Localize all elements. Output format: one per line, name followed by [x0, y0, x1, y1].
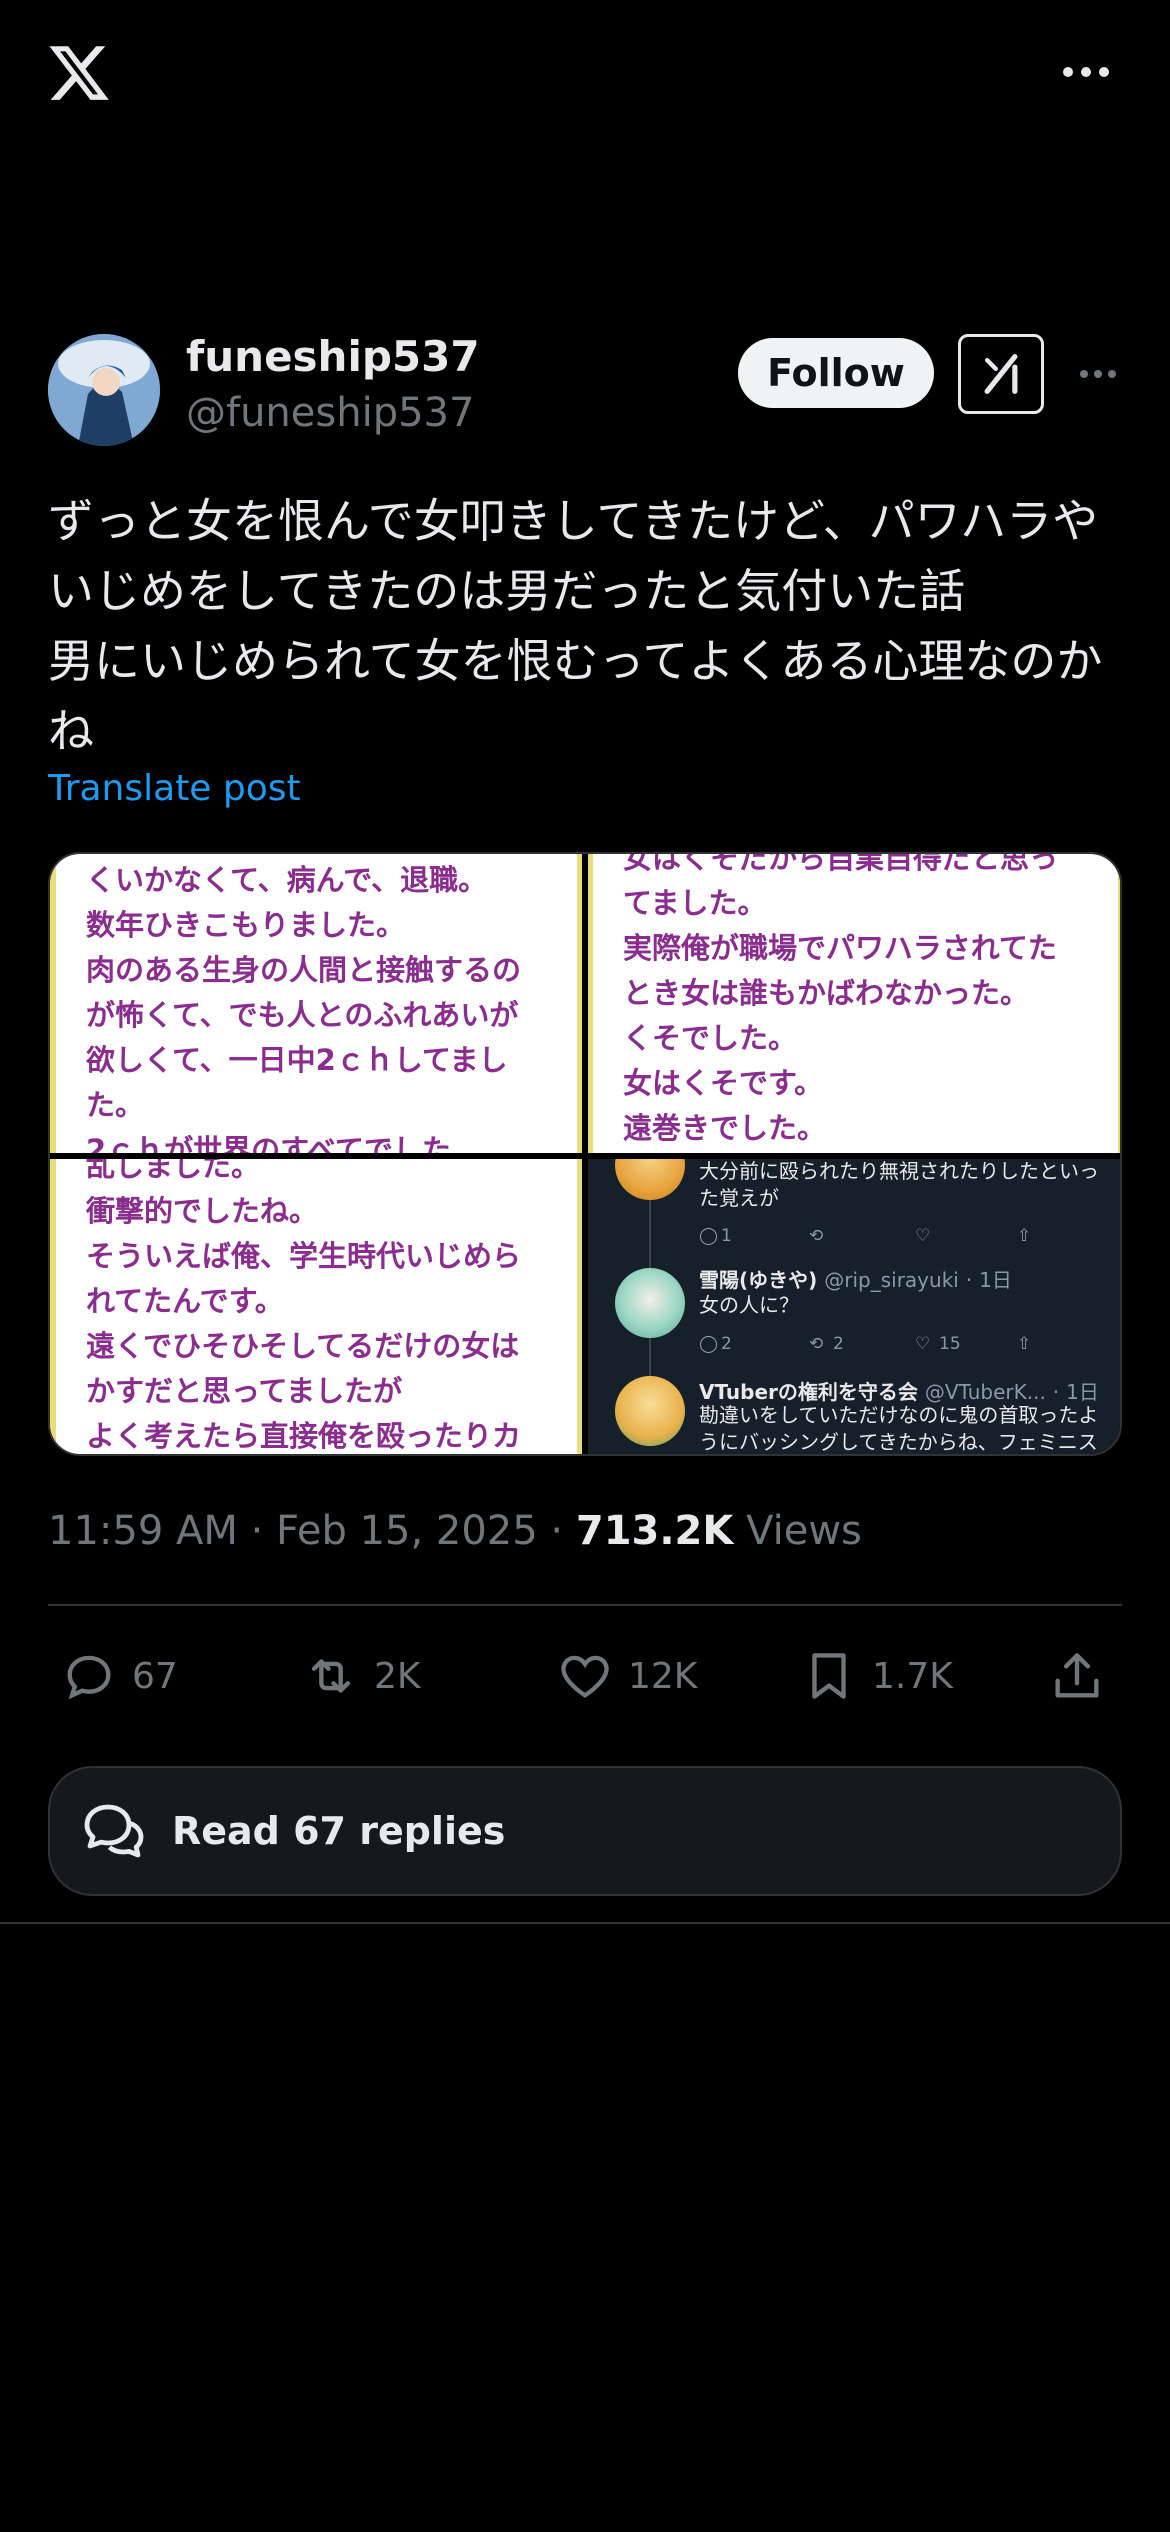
- repost-count: 2: [833, 1334, 844, 1354]
- media-image-2[interactable]: 女はくそだから自業自得だと思っ てました。 実際俺が職場でパワハラされてた とき…: [587, 854, 1120, 1154]
- views-count: 713.2K: [575, 1508, 734, 1554]
- author-handle[interactable]: @funeship537: [186, 390, 474, 436]
- reply-avatar: [615, 1268, 685, 1338]
- media-grid[interactable]: くいかなくて、病んで、退職。 数年ひきこもりました。 肉のある生身の人間と接触す…: [48, 852, 1122, 1456]
- divider: [48, 1604, 1122, 1606]
- post-text-content: ずっと女を恨んで女叩きしてきたけど、パワハラやいじめをしてきたのは男だったと気付…: [48, 494, 1103, 758]
- note-line: そういえば俺、学生時代いじめら: [86, 1239, 522, 1273]
- author-name[interactable]: funeship537: [186, 332, 480, 381]
- reply-actions: ◯ 2 ⟲ 2 ♡ 15 ⇧: [699, 1334, 1099, 1358]
- reply-icon: [67, 1655, 111, 1700]
- read-replies-label: Read 67 replies: [172, 1809, 506, 1853]
- reply-handle: @VTuberK...: [924, 1380, 1046, 1404]
- reply-count-icon: ◯: [699, 1334, 719, 1354]
- note-line: くそでした。: [623, 1021, 798, 1055]
- note-line: 遠巻きでした。: [623, 1111, 827, 1145]
- share-icon: ⇧: [1017, 1226, 1032, 1246]
- media-image-4[interactable]: 大分前に殴られたり無視されたりしたといった覚えが ◯ 1 ⟲ ♡ ⇧ 雪陽(ゆき…: [587, 1158, 1120, 1454]
- read-replies-button[interactable]: Read 67 replies: [48, 1766, 1122, 1896]
- note-line: 女はくそだから自業自得だと思っ: [623, 854, 1059, 875]
- like-count: 15: [939, 1334, 961, 1354]
- note-line: かすだと思ってましたが: [86, 1374, 403, 1408]
- media-image-3[interactable]: 乱しました。 衝撃的でしたね。 そういえば俺、学生時代いじめら れてたんです。 …: [50, 1158, 583, 1454]
- note-line: よく考えたら直接俺を殴ったりカ: [86, 1419, 522, 1453]
- note-line: た。: [86, 1088, 145, 1122]
- note-line: 女はくそです。: [623, 1066, 824, 1100]
- post-more-icon[interactable]: [1078, 366, 1118, 380]
- reply-count-icon: ◯: [699, 1226, 719, 1246]
- share-icon: [1055, 1653, 1099, 1698]
- note-line: 2ｃｈが世界のすべてでした: [86, 1133, 451, 1154]
- translate-post-link[interactable]: Translate post: [48, 768, 301, 809]
- reply-time: 1日: [1066, 1380, 1099, 1404]
- avatar[interactable]: [48, 334, 160, 446]
- reply-time: 1日: [979, 1268, 1012, 1292]
- note-line: 実際俺が職場でパワハラされてた: [623, 931, 1057, 965]
- note-line: 乱しました。: [86, 1158, 261, 1183]
- bottom-divider: [0, 1922, 1170, 1924]
- reply-count: 1: [721, 1226, 732, 1246]
- reply-text: 女の人に？: [699, 1293, 799, 1317]
- repost-button[interactable]: 2K: [302, 1646, 421, 1706]
- reply-count: 67: [132, 1655, 178, 1697]
- note-line: とき女は誰もかばわなかった。: [623, 976, 1030, 1010]
- reply-header: 雪陽(ゆきや) @rip_sirayuki · 1日: [699, 1268, 1012, 1292]
- note-line: 肉のある生身の人間と接触するの: [86, 953, 522, 987]
- media-divider-v: [582, 854, 588, 1454]
- post-date[interactable]: Feb 15, 2025: [276, 1508, 538, 1554]
- repost-count: 2K: [374, 1655, 421, 1697]
- note-line: てました。: [623, 886, 767, 920]
- note-line: が怖くて、でも人とのふれあいが: [86, 998, 519, 1032]
- repost-icon: ⟲: [809, 1334, 824, 1354]
- post-time[interactable]: 11:59 AM: [48, 1508, 238, 1554]
- note-line: 衝撃的でしたね。: [86, 1194, 319, 1228]
- bookmark-icon: [812, 1653, 846, 1699]
- post-meta: 11:59 AM · Feb 15, 2025 · 713.2K Views: [48, 1508, 862, 1554]
- reply-text: 大分前に殴られたり無視されたりしたといった覚えが: [699, 1159, 1099, 1210]
- note-line: 欲しくて、一日中2ｃｈしてまし: [86, 1043, 508, 1077]
- x-logo-icon[interactable]: [46, 40, 112, 106]
- bookmark-count: 1.7K: [872, 1655, 953, 1697]
- share-icon: ⇧: [1017, 1334, 1032, 1354]
- like-count: 12K: [628, 1655, 698, 1697]
- note-line: れてたんです。: [86, 1284, 284, 1318]
- like-button[interactable]: 12K: [556, 1646, 697, 1706]
- post-text: ずっと女を恨んで女叩きしてきたけど、パワハラやいじめをしてきたのは男だったと気付…: [48, 486, 1128, 766]
- share-button[interactable]: [1048, 1646, 1106, 1706]
- reply-name: 雪陽(ゆきや): [699, 1268, 818, 1292]
- note-line: 遠くでひそひそしてるだけの女は: [86, 1329, 520, 1363]
- more-icon[interactable]: [1060, 62, 1112, 82]
- reply-actions: ◯ 1 ⟲ ♡ ⇧: [699, 1226, 1099, 1250]
- repost-icon: ⟲: [809, 1226, 824, 1246]
- reply-text: 勘違いをしていただけなのに鬼の首取ったようにバッシングしてきたからね、フェミニス: [699, 1403, 1099, 1454]
- reply-header: VTuberの権利を守る会 @VTuberK... · 1日: [699, 1380, 1099, 1404]
- reply-avatar: [615, 1376, 685, 1446]
- reply-button[interactable]: 67: [60, 1646, 178, 1706]
- note-line: 数年ひきこもりました。: [86, 908, 406, 942]
- note-line: くいかなくて、病んで、退職。: [86, 863, 488, 897]
- reply-avatar: [615, 1158, 685, 1200]
- repost-icon: [311, 1659, 351, 1693]
- like-icon: [561, 1655, 609, 1698]
- media-image-1[interactable]: くいかなくて、病んで、退職。 数年ひきこもりました。 肉のある生身の人間と接触す…: [50, 854, 583, 1154]
- reply-name: VTuberの権利を守る会: [699, 1380, 918, 1404]
- like-icon: ♡: [915, 1334, 931, 1354]
- like-icon: ♡: [915, 1226, 931, 1246]
- reply-count: 2: [721, 1334, 732, 1354]
- chat-bubbles-icon: [84, 1804, 144, 1858]
- reply-handle: @rip_sirayuki: [824, 1268, 959, 1292]
- bookmark-button[interactable]: 1.7K: [800, 1646, 953, 1706]
- grok-icon[interactable]: [958, 334, 1044, 414]
- views-label: Views: [746, 1508, 862, 1554]
- follow-button[interactable]: Follow: [738, 338, 934, 408]
